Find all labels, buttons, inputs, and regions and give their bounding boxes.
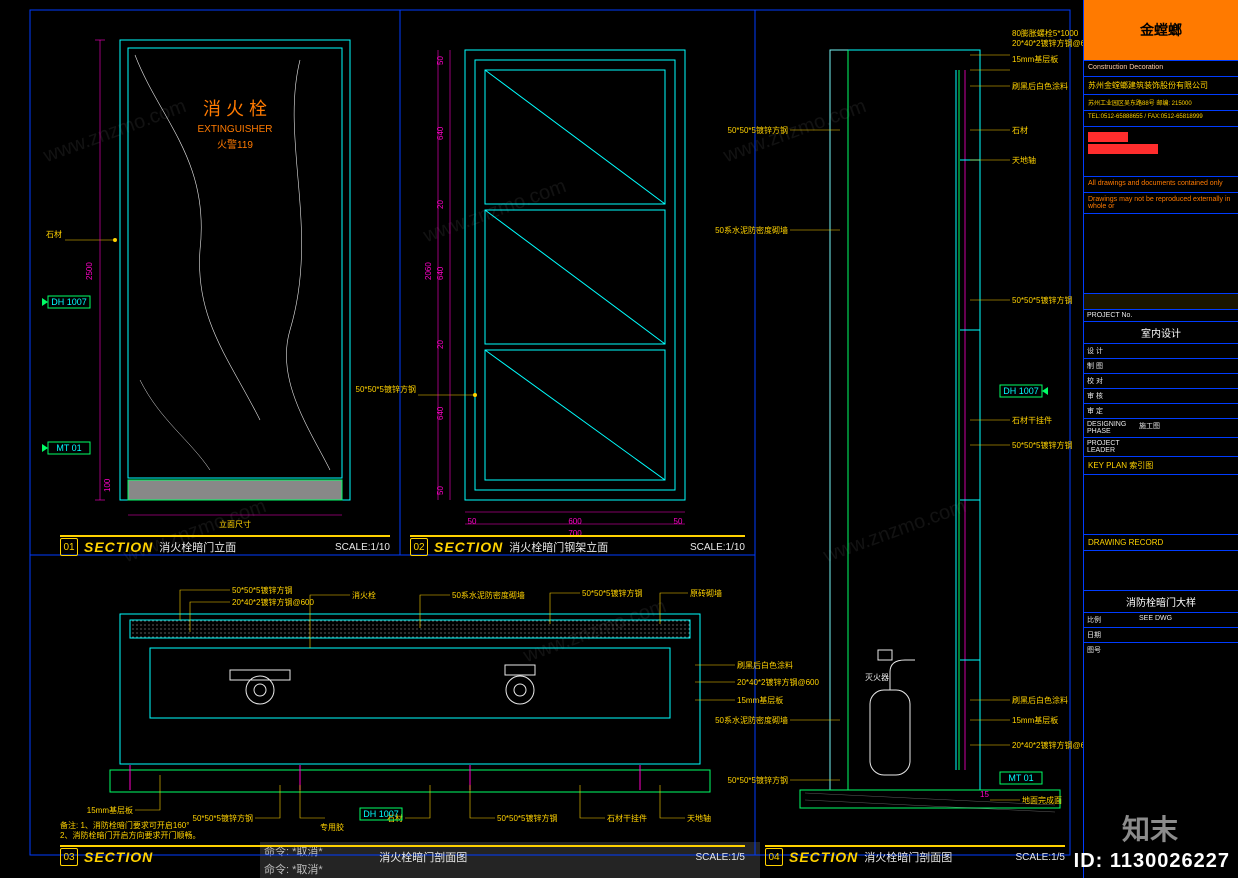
svg-text:50*50*5镀锌方钢: 50*50*5镀锌方钢 [582, 588, 642, 598]
svg-text:石材: 石材 [46, 229, 62, 239]
svg-text:DH 1007: DH 1007 [51, 297, 87, 307]
tag-mt: MT 01 [42, 442, 90, 454]
panel-03: 50*50*5镀锌方钢 20*40*2镀锌方钢@600 消火栓 50系水泥防密度… [60, 585, 819, 840]
svg-text:15mm基层板: 15mm基层板 [1012, 715, 1058, 725]
svg-text:MT 01: MT 01 [1008, 773, 1033, 783]
tag-dh: DH 1007 [42, 296, 90, 308]
client-box [1084, 126, 1238, 176]
svg-text:天地轴: 天地轴 [687, 813, 711, 823]
svg-text:640: 640 [436, 406, 445, 420]
svg-text:20*40*2镀锌方钢@600: 20*40*2镀锌方钢@600 [232, 597, 314, 607]
company-logo: 金螳螂 [1084, 0, 1238, 60]
svg-text:天地轴: 天地轴 [1012, 155, 1036, 165]
svg-text:50系水泥防密度砌墙: 50系水泥防密度砌墙 [452, 590, 525, 600]
section-bar-01: 01 SECTION 消火栓暗门立面 SCALE:1/10 [60, 538, 390, 556]
svg-text:消火栓: 消火栓 [352, 590, 376, 600]
image-id: ID: 1130026227 [1074, 850, 1230, 873]
svg-text:50*50*5镀锌方钢: 50*50*5镀锌方钢 [356, 384, 416, 394]
svg-text:备注: 1、消防栓暗门要求可开启160°: 备注: 1、消防栓暗门要求可开启160° [60, 820, 189, 830]
panel-01: 消 火 栓 EXTINGUISHER 火警119 石材 2500 DH 1007 [42, 40, 350, 529]
svg-text:20*40*2镀锌方钢@600: 20*40*2镀锌方钢@600 [1012, 740, 1083, 750]
svg-text:刷黑后白色涂料: 刷黑后白色涂料 [737, 660, 793, 670]
svg-text:MT 01: MT 01 [56, 443, 81, 453]
svg-text:刷黑后白色涂料: 刷黑后白色涂料 [1012, 81, 1068, 91]
svg-text:80膨胀螺栓5*1000: 80膨胀螺栓5*1000 [1012, 28, 1079, 38]
section-scale: SCALE:1/10 [335, 542, 390, 553]
section-num: 01 [60, 538, 78, 556]
svg-text:20: 20 [436, 200, 445, 209]
project-table: PROJECT No. [1084, 309, 1238, 321]
svg-text:50*50*5镀锌方钢: 50*50*5镀锌方钢 [497, 813, 557, 823]
svg-text:立面尺寸: 立面尺寸 [219, 519, 251, 529]
svg-text:50*50*5镀锌方钢: 50*50*5镀锌方钢 [232, 585, 292, 595]
svg-text:专用胶: 专用胶 [320, 822, 344, 832]
svg-text:600: 600 [568, 517, 582, 526]
svg-text:50: 50 [436, 486, 445, 495]
drawing-title: 消防栓暗门大样 [1084, 590, 1238, 612]
section-bar-02: 02 SECTION 消火栓暗门钢架立面 SCALE:1/10 [410, 538, 745, 556]
svg-text:20: 20 [436, 340, 445, 349]
svg-text:2、消防栓暗门开启方向要求开门顺畅。: 2、消防栓暗门开启方向要求开门顺畅。 [60, 830, 200, 840]
title-block: 金螳螂 Construction Decoration 苏州金螳螂建筑装饰股份有… [1083, 0, 1238, 878]
panel-02: 50*50*5镀锌方钢 50 640 20 640 20 640 50 2060… [356, 50, 685, 538]
svg-text:15mm基层板: 15mm基层板 [737, 695, 783, 705]
svg-text:2500: 2500 [85, 262, 94, 280]
svg-text:2060: 2060 [424, 262, 433, 280]
drawing-sheet: www.znzmo.com www.znzmo.com www.znzmo.co… [0, 0, 1238, 878]
company-cn: 苏州金螳螂建筑装饰股份有限公司 [1084, 76, 1238, 94]
fh-alarm: 火警119 [217, 138, 253, 151]
svg-text:15mm基层板: 15mm基层板 [1012, 54, 1058, 64]
svg-text:50*50*5镀锌方钢: 50*50*5镀锌方钢 [193, 813, 253, 823]
section-bar-04: 04 SECTION 消火栓暗门剖面图 SCALE:1/5 [765, 848, 1065, 866]
svg-text:地面完成面: 地面完成面 [1022, 795, 1062, 805]
svg-text:刷黑后白色涂料: 刷黑后白色涂料 [1012, 695, 1068, 705]
svg-text:100: 100 [103, 478, 112, 492]
svg-text:20*40*2镀锌方钢@600: 20*40*2镀锌方钢@600 [737, 677, 819, 687]
svg-text:DH 1007: DH 1007 [1003, 386, 1039, 396]
svg-text:DH 1007: DH 1007 [363, 809, 399, 819]
svg-text:640: 640 [436, 126, 445, 140]
drawing-svg: 消 火 栓 EXTINGUISHER 火警119 石材 2500 DH 1007 [0, 0, 1083, 878]
svg-text:原砖砌墙: 原砖砌墙 [690, 588, 722, 598]
svg-text:20*40*2镀锌方钢@600: 20*40*2镀锌方钢@600 [1012, 38, 1083, 48]
svg-text:50*50*5镀锌方钢: 50*50*5镀锌方钢 [1012, 295, 1072, 305]
fh-title-en: EXTINGUISHER [197, 124, 272, 135]
svg-text:石材干挂件: 石材干挂件 [1012, 415, 1052, 425]
section-title: 消火栓暗门立面 [159, 539, 236, 555]
svg-text:石材干挂件: 石材干挂件 [607, 813, 647, 823]
sheet-border [30, 10, 1070, 855]
svg-text:50系水泥防密度砌墙: 50系水泥防密度砌墙 [715, 715, 788, 725]
site-watermark: 知末 [1122, 808, 1178, 848]
panel-04: 灭火器 50*50*5镀锌方钢 50系水泥防密度砌墙 50系水泥防密度砌墙 50… [715, 28, 1083, 812]
svg-text:15: 15 [980, 790, 989, 799]
svg-text:灭火器: 灭火器 [865, 673, 889, 682]
svg-text:640: 640 [436, 266, 445, 280]
svg-text:15mm基层板: 15mm基层板 [87, 805, 133, 815]
svg-text:50*50*5镀锌方钢: 50*50*5镀锌方钢 [728, 775, 788, 785]
svg-text:50: 50 [674, 517, 683, 526]
svg-text:50: 50 [468, 517, 477, 526]
svg-text:50系水泥防密度砌墙: 50系水泥防密度砌墙 [715, 225, 788, 235]
company-tel: TEL:0512-65888655 / FAX:0512-65818999 [1084, 110, 1238, 126]
model-space[interactable]: 消 火 栓 EXTINGUISHER 火警119 石材 2500 DH 1007 [0, 0, 1083, 878]
section-kw: SECTION [84, 539, 153, 555]
company-addr: 苏州工业园区吴东路88号 邮编: 215000 [1084, 94, 1238, 110]
section-bar-03: 03 SECTION 消火栓暗门剖面图 SCALE:1/5 [60, 848, 745, 866]
company-en: Construction Decoration [1084, 60, 1238, 76]
svg-text:50*50*5镀锌方钢: 50*50*5镀锌方钢 [1012, 440, 1072, 450]
svg-text:50*50*5镀锌方钢: 50*50*5镀锌方钢 [728, 125, 788, 135]
svg-text:50: 50 [436, 56, 445, 65]
fh-title-cn: 消 火 栓 [203, 99, 267, 119]
svg-text:石材: 石材 [1012, 125, 1028, 135]
